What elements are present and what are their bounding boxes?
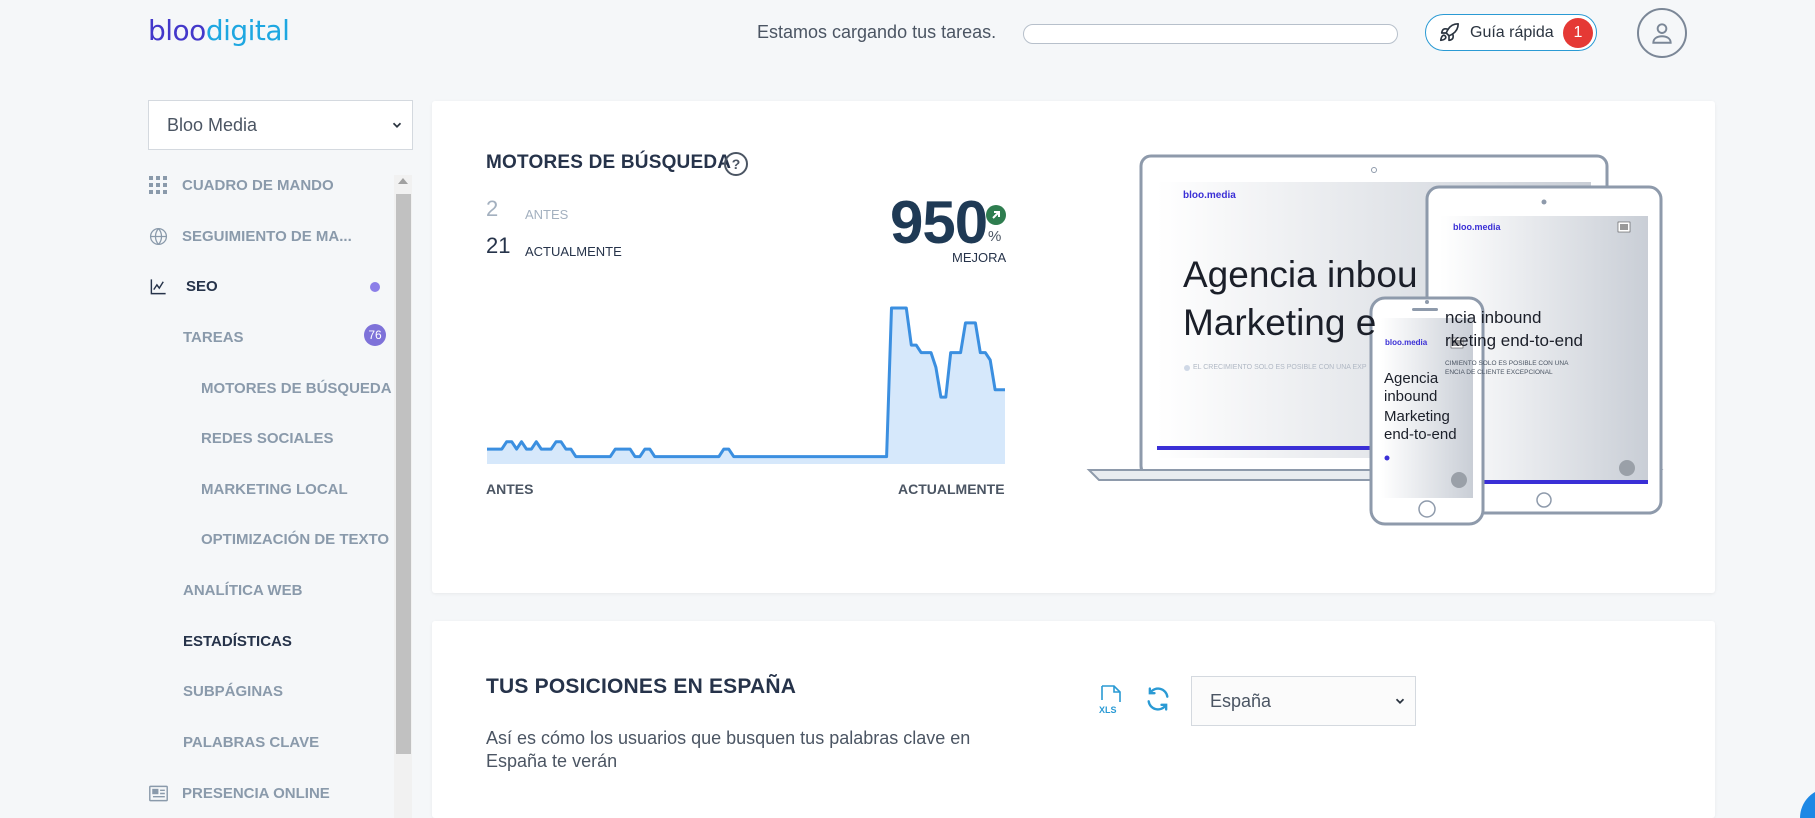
sidebar-item-label: SUBPÁGINAS	[183, 682, 284, 700]
notification-badge: 1	[1563, 18, 1593, 48]
country-select-value: España	[1210, 690, 1272, 711]
current-label: ACTUALMENTE	[525, 244, 622, 259]
sidebar-item-label: OPTIMIZACIÓN DE TEXTO	[201, 530, 390, 548]
sidebar-item-statistics[interactable]: ESTADÍSTICAS	[183, 626, 292, 656]
sidebar-item-label: PRESENCIA ONLINE	[182, 784, 330, 802]
mockup-tablet-brand: bloo.media	[1453, 222, 1501, 232]
brand-logo-part2: digital	[205, 14, 290, 47]
sidebar-item-seo[interactable]: SEO	[140, 271, 218, 301]
current-value: 21	[486, 233, 511, 258]
positions-card	[432, 621, 1715, 818]
sidebar-item-label: MARKETING LOCAL	[201, 480, 348, 498]
sidebar-item-label: SEGUIMIENTO DE MA...	[182, 227, 352, 245]
mockup-tablet-tagline-1: CIMIENTO SOLO ES POSIBLE CON UNA	[1445, 360, 1569, 367]
sidebar-item-dashboard[interactable]: CUADRO DE MANDO	[140, 170, 334, 200]
sidebar-item-tracking[interactable]: SEGUIMIENTO DE MA...	[140, 221, 352, 251]
mockup-laptop-headline-2: Marketing e	[1183, 302, 1377, 343]
positions-description: Así es cómo los usuarios que busquen tus…	[486, 728, 971, 771]
sidebar-item-online-presence[interactable]: PRESENCIA ONLINE	[140, 778, 330, 808]
sidebar-item-local-marketing[interactable]: MARKETING LOCAL	[201, 474, 348, 504]
chart-line-icon	[148, 276, 168, 296]
chevron-down-icon	[392, 122, 402, 128]
before-value: 2	[486, 196, 499, 221]
newspaper-icon	[148, 783, 168, 803]
sidebar-scrollbar-thumb[interactable]	[396, 194, 411, 754]
sidebar-item-web-analytics[interactable]: ANALÍTICA WEB	[183, 575, 302, 605]
country-select[interactable]: España	[1191, 676, 1416, 726]
sidebar-item-label: SEO	[186, 277, 218, 295]
improvement-label: MEJORA	[952, 250, 1007, 265]
sidebar-item-label: REDES SOCIALES	[201, 429, 334, 447]
mockup-phone-brand: bloo.media	[1385, 338, 1428, 347]
mockup-phone-headline-2: inbound	[1384, 388, 1438, 405]
sidebar-item-label: PALABRAS CLAVE	[183, 733, 320, 751]
mockup-tablet-headline-1: ncia inbound	[1445, 308, 1542, 327]
chevron-down-icon	[1395, 698, 1405, 704]
sidebar-item-tasks[interactable]: TAREAS	[183, 322, 244, 352]
sidebar-item-label: TAREAS	[183, 328, 244, 346]
mockup-laptop-brand: bloo.media	[1183, 190, 1236, 201]
xls-export-icon[interactable]: XLS	[1098, 685, 1124, 715]
help-icon[interactable]: ?	[724, 152, 748, 176]
mockup-tablet-tagline-2: ENCIA DE CLIENTE EXCEPCIONAL	[1445, 369, 1553, 376]
chart-area	[487, 308, 1005, 464]
sidebar-item-keywords[interactable]: PALABRAS CLAVE	[183, 727, 319, 757]
mockup-phone-headline-4: end-to-end	[1384, 426, 1457, 443]
globe-icon	[148, 226, 168, 246]
sidebar-item-text-optimization[interactable]: OPTIMIZACIÓN DE TEXTO	[201, 524, 389, 554]
sidebar-nav: CUADRO DE MANDO SEGUIMIENTO DE MA... SEO…	[140, 160, 400, 818]
sidebar-item-search-engines[interactable]: MOTORES DE BÚSQUEDA	[201, 373, 392, 403]
mockup-tablet-headline-2: rketing end-to-end	[1445, 331, 1583, 350]
brand-logo[interactable]: bloodigital	[148, 14, 290, 47]
tasks-count-badge: 76	[364, 324, 386, 346]
grid-icon	[148, 175, 168, 195]
chat-launcher-button[interactable]	[1800, 788, 1815, 818]
improvement-value: 950	[890, 189, 988, 256]
mockup-laptop-headline-1: Agencia inbou	[1183, 254, 1418, 295]
refresh-icon[interactable]	[1144, 685, 1172, 713]
sidebar-item-subpages[interactable]: SUBPÁGINAS	[183, 676, 283, 706]
mockup-phone-headline-3: Marketing	[1384, 408, 1450, 425]
sidebar-item-social-networks[interactable]: REDES SOCIALES	[201, 423, 334, 453]
devices-mockup-illustration: bloo.media Agencia inbou Marketing e EL …	[1085, 150, 1665, 530]
scroll-up-arrow-icon[interactable]	[398, 178, 408, 184]
brand-logo-part1: bloo	[148, 14, 206, 47]
chart-x-label-end: ACTUALMENTE	[898, 481, 1005, 497]
user-icon	[1652, 23, 1672, 44]
sidebar-item-label: MOTORES DE BÚSQUEDA	[201, 379, 392, 397]
sidebar-item-label: CUADRO DE MANDO	[182, 176, 334, 194]
loading-progress-bar	[1023, 24, 1398, 44]
mockup-phone-headline-1: Agencia	[1384, 370, 1439, 387]
quick-guide-label: Guía rápida	[1470, 23, 1554, 41]
before-label: ANTES	[525, 207, 569, 222]
improvement-unit: %	[988, 228, 1002, 245]
user-avatar-button[interactable]	[1637, 8, 1687, 58]
arrow-up-right-icon	[986, 205, 1006, 225]
account-select-value: Bloo Media	[167, 114, 258, 135]
loading-status: Estamos cargando tus tareas.	[757, 22, 997, 42]
search-engines-chart	[487, 306, 1005, 464]
section-title: MOTORES DE BÚSQUEDA	[486, 152, 732, 173]
active-indicator-dot	[370, 282, 380, 292]
sidebar-item-label: ANALÍTICA WEB	[183, 581, 303, 599]
rocket-icon	[1439, 22, 1459, 41]
svg-text:XLS: XLS	[1099, 705, 1117, 715]
mockup-laptop-tagline: EL CRECIMIENTO SOLO ES POSIBLE CON UNA E…	[1193, 364, 1367, 371]
sidebar-item-label: ESTADÍSTICAS	[183, 632, 292, 650]
account-select[interactable]: Bloo Media	[148, 100, 413, 150]
chart-x-label-start: ANTES	[486, 481, 534, 497]
quick-guide-button[interactable]: Guía rápida 1	[1425, 14, 1597, 51]
positions-title: TUS POSICIONES EN ESPAÑA	[486, 675, 797, 698]
